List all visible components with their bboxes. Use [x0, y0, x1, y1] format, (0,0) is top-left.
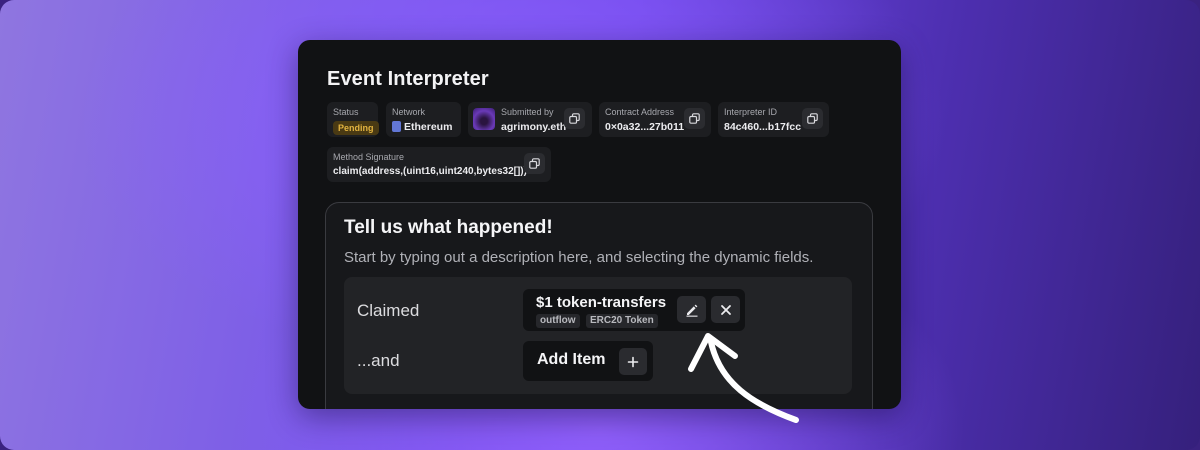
close-icon: [720, 304, 731, 315]
event-interpreter-card: Event Interpreter Status Pending Network…: [298, 40, 901, 409]
tag-erc20-token: ERC20 Token: [586, 314, 658, 328]
description-panel: Tell us what happened! Start by typing o…: [325, 202, 873, 409]
copy-submitter-button[interactable]: [564, 108, 585, 129]
copy-icon: [689, 113, 700, 124]
copy-icon: [529, 158, 540, 169]
copy-contract-button[interactable]: [684, 108, 705, 129]
network-chip: Network Ethereum: [386, 102, 461, 137]
contract-address-chip: Contract Address 0×0a32...27b011: [599, 102, 711, 137]
description-builder: Claimed $1 token-transfers outflow ERC20…: [344, 277, 852, 394]
interpreter-id-chip: Interpreter ID 84c460...b17fcc: [718, 102, 829, 137]
add-item-label: Add Item: [537, 351, 606, 368]
method-signature-value: claim(address,(uint16,uint240,bytes32[])…: [333, 166, 527, 177]
copy-icon: [569, 113, 580, 124]
row-label-and: ...and: [357, 351, 400, 370]
tag-outflow: outflow: [536, 314, 580, 328]
panel-subtitle: Start by typing out a description here, …: [344, 249, 814, 266]
plus-icon: [627, 356, 639, 367]
row-label-claimed[interactable]: Claimed: [357, 301, 419, 321]
submitted-by-chip: Submitted by agrimony.eth: [468, 102, 592, 137]
network-value: Ethereum: [404, 121, 453, 133]
token-field-name: $1 token-transfers: [536, 294, 667, 311]
status-chip: Status Pending: [327, 102, 379, 137]
page-title: Event Interpreter: [327, 68, 489, 90]
remove-token-button[interactable]: [711, 296, 740, 323]
copy-icon: [807, 113, 818, 124]
pencil-icon: [686, 304, 697, 317]
copy-interpreter-button[interactable]: [802, 108, 823, 129]
token-field[interactable]: $1 token-transfers outflow ERC20 Token: [523, 289, 745, 331]
avatar: [473, 108, 495, 130]
edit-token-button[interactable]: [677, 296, 706, 323]
copy-method-button[interactable]: [524, 153, 545, 174]
status-label: Status: [333, 107, 359, 117]
add-item-button[interactable]: Add Item: [523, 341, 653, 381]
method-signature-label: Method Signature: [333, 152, 405, 162]
status-badge: Pending: [333, 121, 379, 135]
ethereum-icon: [392, 121, 401, 132]
network-label: Network: [392, 107, 426, 117]
panel-heading: Tell us what happened!: [344, 217, 553, 238]
add-item-plus-button[interactable]: [619, 348, 647, 375]
method-signature-chip: Method Signature claim(address,(uint16,u…: [327, 147, 551, 182]
